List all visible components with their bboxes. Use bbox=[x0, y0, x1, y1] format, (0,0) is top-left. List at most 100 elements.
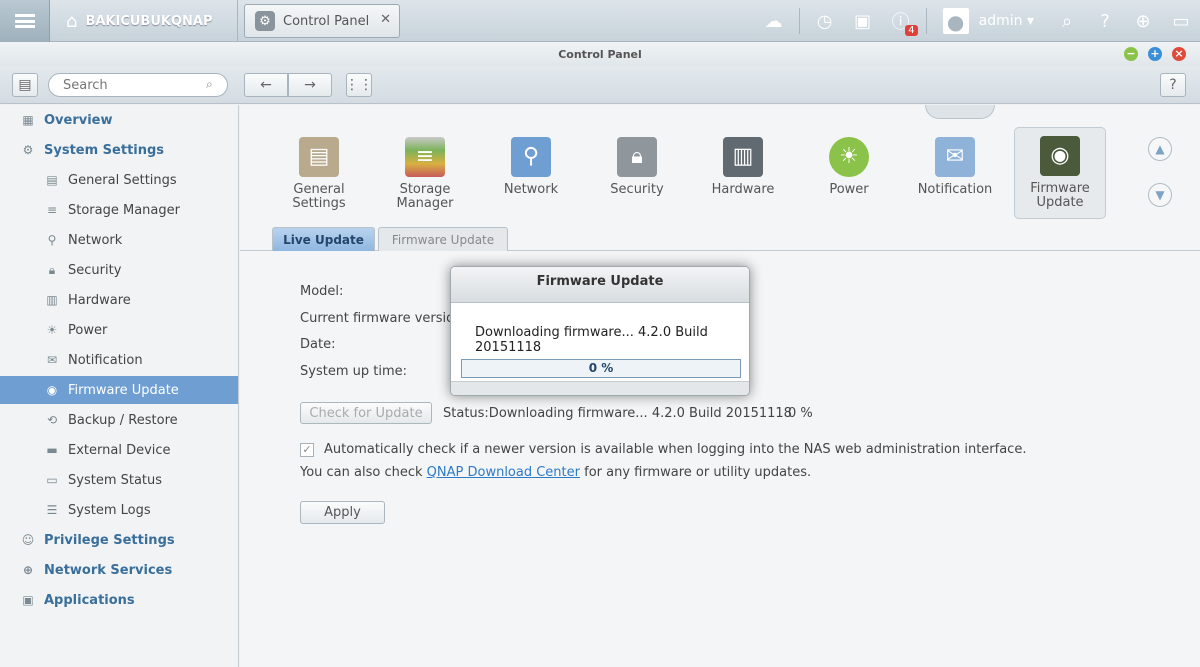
sidebar-item-backup-restore[interactable]: ⟲ Backup / Restore bbox=[0, 406, 238, 434]
update-status-text: Status:Downloading firmware... 4.2.0 Bui… bbox=[443, 406, 792, 421]
background-tasks-icon[interactable]: ◷ bbox=[811, 7, 839, 35]
collapse-handle[interactable] bbox=[925, 105, 995, 119]
close-icon[interactable]: ✕ bbox=[380, 12, 391, 27]
chevron-down-icon: ▼ bbox=[1155, 188, 1165, 202]
iconbar-general-settings[interactable]: ▤ General Settings bbox=[273, 129, 365, 221]
minimize-button[interactable]: − bbox=[1124, 47, 1138, 61]
sidebar-item-system-logs[interactable]: ☰ System Logs bbox=[0, 496, 238, 524]
main-menu-button[interactable] bbox=[0, 0, 50, 42]
sidebar-item-security[interactable]: 🔒︎ Security bbox=[0, 256, 238, 284]
grid-view-button[interactable]: ⋮⋮ bbox=[345, 73, 373, 97]
apply-button[interactable]: Apply bbox=[300, 501, 385, 524]
sidebar-item-label: Applications bbox=[44, 592, 135, 608]
auto-check-checkbox[interactable]: ✓ bbox=[300, 443, 314, 457]
window-title-bar: Control Panel − + × bbox=[0, 42, 1200, 66]
sidebar-item-label: Network Services bbox=[44, 562, 173, 578]
search-icon: ⌕ bbox=[206, 77, 213, 91]
backup-icon: ⟲ bbox=[46, 413, 58, 427]
drive-icon: ▬ bbox=[46, 443, 58, 457]
iconbar-notification[interactable]: ✉ Notification bbox=[909, 129, 1001, 221]
search-icon[interactable]: ⌕ bbox=[1053, 7, 1081, 35]
search-input[interactable] bbox=[48, 73, 228, 97]
control-panel-icon: ⚙ bbox=[255, 11, 275, 31]
globe-icon: ⊕ bbox=[22, 563, 34, 577]
home-icon: ⌂ bbox=[66, 10, 78, 32]
sidebar-item-applications[interactable]: ▣ Applications bbox=[0, 586, 238, 614]
tab-control-panel-label: Control Panel bbox=[283, 13, 370, 29]
display-icon[interactable]: ▭ bbox=[1167, 7, 1195, 35]
iconbar-label: Update bbox=[1036, 195, 1084, 210]
auto-check-label: Automatically check if a newer version i… bbox=[324, 442, 1027, 457]
firmware-update-dialog: Firmware Update Downloading firmware... … bbox=[450, 266, 750, 396]
iconbar-label: Manager bbox=[396, 196, 454, 211]
check-for-update-button[interactable]: Check for Update bbox=[300, 402, 432, 424]
tab-live-update[interactable]: Live Update bbox=[272, 227, 375, 251]
hardware-icon: ▥ bbox=[723, 137, 763, 177]
sidebar-item-external-device[interactable]: ▬ External Device bbox=[0, 436, 238, 464]
sidebar-item-label: Power bbox=[68, 322, 108, 338]
download-progress-bar: 0 % bbox=[461, 359, 741, 378]
grid-icon: ⋮⋮ bbox=[345, 77, 373, 93]
notification-icon[interactable]: ⓘ 4 bbox=[887, 7, 918, 36]
clipboard-icon: ▤ bbox=[299, 137, 339, 177]
divider bbox=[925, 8, 927, 34]
sidebar-item-overview[interactable]: ▦ Overview bbox=[0, 106, 238, 134]
iconbar-firmware-update[interactable]: ◉ Firmware Update bbox=[1014, 127, 1106, 219]
sidebar-item-network-services[interactable]: ⊕ Network Services bbox=[0, 556, 238, 584]
progress-text: 0 % bbox=[588, 361, 614, 375]
scroll-up-button[interactable]: ▲ bbox=[1148, 137, 1172, 161]
iconbar-security[interactable]: 🔒︎ Security bbox=[591, 129, 683, 221]
sidebar-item-general-settings[interactable]: ▤ General Settings bbox=[0, 166, 238, 194]
iconbar-hardware[interactable]: ▥ Hardware bbox=[697, 129, 789, 221]
language-icon[interactable]: ⊕ bbox=[1129, 7, 1157, 35]
iconbar-storage-manager[interactable]: ≡ Storage Manager bbox=[379, 129, 471, 221]
sidebar-item-power[interactable]: ☀ Power bbox=[0, 316, 238, 344]
sidebar-item-hardware[interactable]: ▥ Hardware bbox=[0, 286, 238, 314]
forward-button[interactable]: → bbox=[288, 73, 332, 97]
maximize-button[interactable]: + bbox=[1148, 47, 1162, 61]
apps-icon: ▣ bbox=[22, 593, 34, 607]
sidebar-item-firmware-update[interactable]: ◉ Firmware Update bbox=[0, 376, 238, 404]
help-icon: ? bbox=[1169, 77, 1177, 93]
storage-icon: ≡ bbox=[405, 137, 445, 177]
message-icon: ✉ bbox=[935, 137, 975, 177]
tab-firmware-update[interactable]: Firmware Update bbox=[378, 227, 508, 251]
sidebar-item-label: Backup / Restore bbox=[68, 412, 178, 428]
sidebar-item-system-settings[interactable]: ⚙ System Settings bbox=[0, 136, 238, 164]
current-firmware-label: Current firmware version: bbox=[300, 311, 467, 326]
window-title: Control Panel bbox=[558, 48, 642, 61]
toolbar: ▤ ⌕ ← → ⋮⋮ ? bbox=[0, 66, 1200, 104]
dialog-footer bbox=[451, 381, 749, 395]
home-button[interactable]: ⌂ BAKICUBUKQNAP bbox=[50, 0, 238, 42]
sidebar-item-label: Security bbox=[68, 262, 122, 278]
cloud-icon[interactable]: ☁ bbox=[760, 7, 788, 35]
sidebar-item-system-status[interactable]: ▭ System Status bbox=[0, 466, 238, 494]
log-icon: ☰ bbox=[46, 503, 58, 517]
sidebar-item-storage-manager[interactable]: ≡ Storage Manager bbox=[0, 196, 238, 224]
close-window-button[interactable]: × bbox=[1172, 47, 1186, 61]
chevron-up-icon: ▲ bbox=[1155, 142, 1165, 156]
help-button[interactable]: ? bbox=[1160, 73, 1186, 97]
iconbar-network[interactable]: ⚲ Network bbox=[485, 129, 577, 221]
help-icon[interactable]: ? bbox=[1091, 7, 1119, 35]
user-menu[interactable]: admin ▾ bbox=[979, 13, 1034, 29]
back-button[interactable]: ← bbox=[244, 73, 288, 97]
sidebar-item-privilege-settings[interactable]: ☺ Privilege Settings bbox=[0, 526, 238, 554]
sidebar-toggle-button[interactable]: ▤ bbox=[12, 73, 38, 97]
external-device-icon[interactable]: ▣ bbox=[849, 7, 877, 35]
iconbar-label: Network bbox=[503, 182, 559, 197]
firmware-tabs: Live Update Firmware Update bbox=[240, 225, 1200, 251]
sidebar-item-network[interactable]: ⚲ Network bbox=[0, 226, 238, 254]
sidebar-item-label: System Settings bbox=[44, 142, 165, 158]
iconbar-power[interactable]: ☀ Power bbox=[803, 129, 895, 221]
qnap-download-center-link[interactable]: QNAP Download Center bbox=[427, 465, 580, 480]
scroll-down-button[interactable]: ▼ bbox=[1148, 183, 1172, 207]
sidebar-item-label: Network bbox=[68, 232, 123, 248]
sidebar-item-label: Firmware Update bbox=[68, 382, 179, 398]
avatar[interactable]: ● bbox=[942, 8, 969, 34]
user-icon: ☺ bbox=[21, 533, 35, 547]
tab-control-panel[interactable]: ⚙ Control Panel ✕ bbox=[244, 4, 400, 38]
lock-icon: 🔒︎ bbox=[617, 137, 657, 177]
lock-icon: 🔒︎ bbox=[48, 262, 56, 277]
sidebar-item-notification[interactable]: ✉ Notification bbox=[0, 346, 238, 374]
